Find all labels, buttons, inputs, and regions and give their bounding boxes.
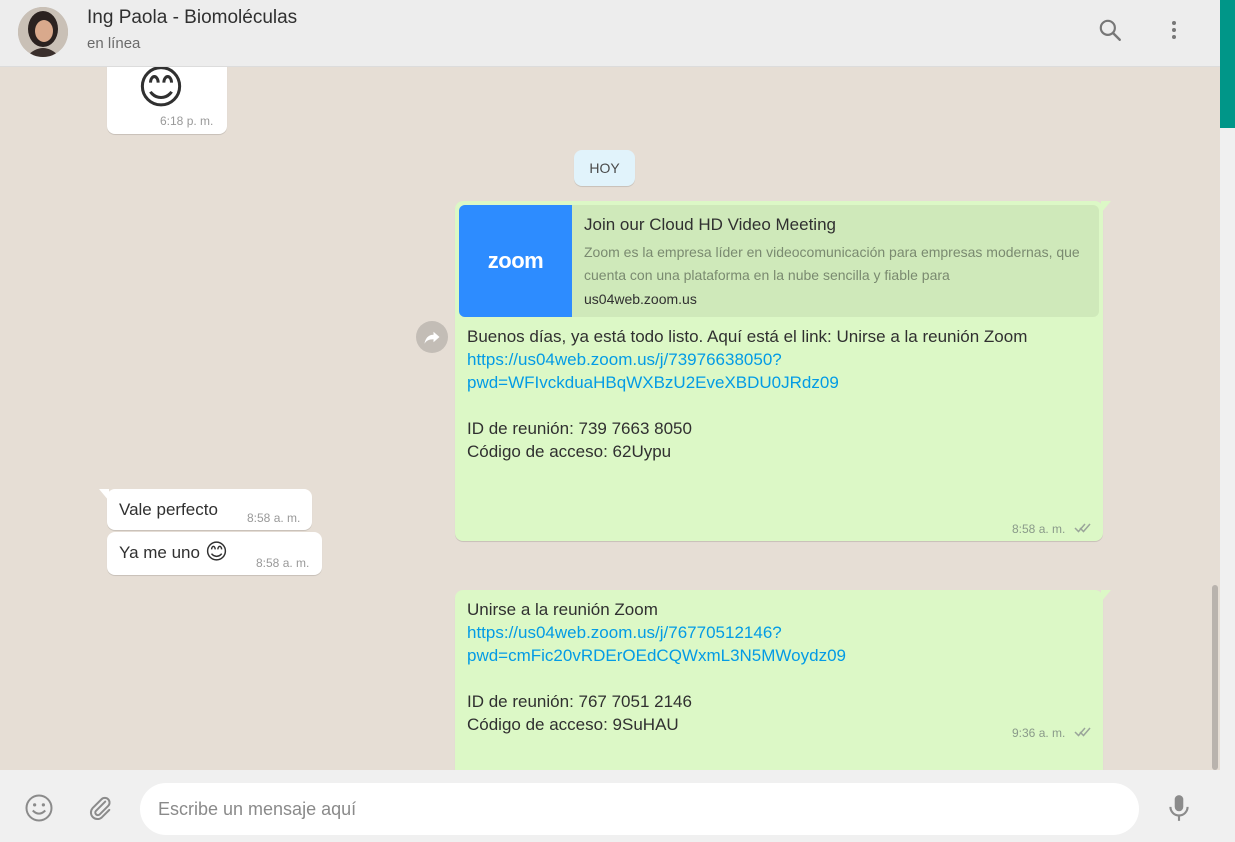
zoom-logo: zoom: [459, 205, 572, 317]
message-text: Unirse a la reunión Zoom: [467, 600, 658, 619]
message-text: Buenos días, ya está todo listo. Aquí es…: [467, 327, 1028, 346]
read-ticks-icon: [1074, 725, 1092, 743]
more-vert-icon[interactable]: [1158, 14, 1190, 46]
search-icon[interactable]: [1094, 14, 1126, 46]
contact-name[interactable]: Ing Paola - Biomoléculas: [87, 7, 297, 29]
preview-description: Zoom es la empresa líder en videocomunic…: [584, 244, 1080, 283]
message-incoming[interactable]: Ya me uno 😊 8:58 a. m.: [107, 532, 322, 575]
meeting-id: ID de reunión: 739 7663 8050: [467, 419, 692, 438]
message-time: 6:18 p. m.: [160, 114, 214, 128]
message-outgoing[interactable]: Unirse a la reunión Zoom https://us04web…: [455, 590, 1111, 770]
message-text: Ya me uno: [119, 543, 200, 562]
smile-emoji: 😊: [205, 539, 228, 564]
emoji-icon[interactable]: [23, 792, 55, 824]
message-time: 8:58 a. m.: [256, 556, 310, 570]
read-ticks-icon: [1074, 521, 1092, 539]
date-divider: HOY: [574, 150, 635, 186]
message-time: 9:36 a. m.: [1012, 726, 1066, 740]
message-text: Vale perfecto: [119, 500, 218, 519]
chat-header[interactable]: Ing Paola - Biomoléculas en línea: [0, 0, 1220, 67]
chat-area[interactable]: 😊 6:18 p. m. HOY zoom Join our Cloud HD …: [0, 67, 1220, 770]
message-time: 8:58 a. m.: [247, 511, 301, 525]
access-code: Código de acceso: 62Uypu: [467, 442, 672, 461]
message-input[interactable]: [140, 783, 1139, 835]
access-code: Código de acceso: 9SuHAU: [467, 715, 679, 734]
message-time: 8:58 a. m.: [1012, 522, 1066, 536]
link-preview[interactable]: zoom Join our Cloud HD Video Meeting Zoo…: [459, 205, 1099, 317]
emoji-content: 😊: [137, 67, 185, 113]
meeting-link[interactable]: https://us04web.zoom.us/j/76770512146?: [467, 621, 1087, 644]
composer-bar: [0, 770, 1220, 842]
preview-domain: us04web.zoom.us: [584, 291, 697, 307]
paperclip-icon[interactable]: [84, 792, 116, 824]
chat-scrollbar[interactable]: [1212, 585, 1218, 770]
microphone-icon[interactable]: [1163, 792, 1195, 824]
meeting-link-cont[interactable]: pwd=WFIvckduaHBqWXBzU2EveXBDU0JRdz09: [467, 371, 1087, 394]
window-edge: [1220, 0, 1235, 842]
accent-strip: [1220, 0, 1235, 128]
meeting-link-cont[interactable]: pwd=cmFic20vRDErOEdCQWxmL3N5MWoydz09: [467, 644, 1087, 667]
message-incoming[interactable]: Vale perfecto 8:58 a. m.: [99, 489, 312, 530]
message-outgoing[interactable]: zoom Join our Cloud HD Video Meeting Zoo…: [455, 201, 1111, 541]
meeting-link[interactable]: https://us04web.zoom.us/j/73976638050?: [467, 348, 1087, 371]
meeting-id: ID de reunión: 767 7051 2146: [467, 692, 692, 711]
message-incoming[interactable]: 😊 6:18 p. m.: [107, 67, 227, 134]
contact-avatar[interactable]: [18, 7, 68, 57]
forward-icon[interactable]: [416, 321, 448, 353]
contact-status: en línea: [87, 35, 141, 52]
preview-title: Join our Cloud HD Video Meeting: [584, 215, 836, 234]
